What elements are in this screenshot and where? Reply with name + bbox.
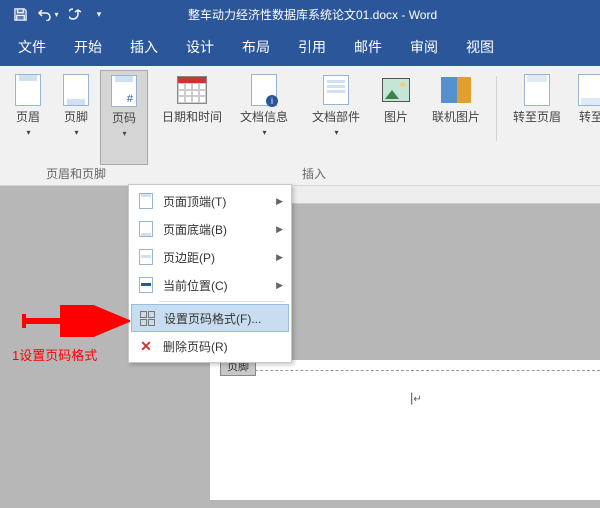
ribbon-group-insert: 日期和时间 文档信息 ▾ 文档部件 ▾ 图片 联机图片 xyxy=(152,66,600,185)
document-info-icon xyxy=(251,74,277,106)
chevron-down-icon: ▾ xyxy=(74,128,78,137)
window-title: 整车动力经济性数据库系统论文01.docx - Word xyxy=(188,6,437,23)
menu-current-position[interactable]: 当前位置(C) ▶ xyxy=(131,271,289,299)
goto-footer-button[interactable]: 转至 xyxy=(573,70,600,165)
text-cursor: |↵ xyxy=(410,390,422,405)
title-bar: ▾ ▾ 整车动力经济性数据库系统论文01.docx - Word xyxy=(0,0,600,28)
group-label-header-footer: 页眉和页脚 xyxy=(0,165,152,185)
delete-icon: ✕ xyxy=(140,339,152,353)
header-icon xyxy=(15,74,41,106)
ribbon-tabs: 文件 开始 插入 设计 布局 引用 邮件 审阅 视图 xyxy=(0,28,600,66)
date-time-button[interactable]: 日期和时间 xyxy=(156,70,228,165)
footer-icon xyxy=(63,74,89,106)
chevron-down-icon: ▾ xyxy=(334,128,338,137)
redo-button[interactable] xyxy=(62,0,90,28)
goto-header-label: 转至页眉 xyxy=(513,110,561,124)
submenu-arrow-icon: ▶ xyxy=(276,280,283,291)
document-info-label: 文档信息 xyxy=(240,110,288,124)
date-time-label: 日期和时间 xyxy=(162,110,222,124)
tab-layout[interactable]: 布局 xyxy=(228,28,284,66)
picture-button[interactable]: 图片 xyxy=(372,70,420,165)
page-bottom-icon xyxy=(139,221,153,237)
menu-separator xyxy=(159,301,285,302)
goto-header-button[interactable]: 转至页眉 xyxy=(501,70,573,165)
tab-view[interactable]: 视图 xyxy=(452,28,508,66)
page-top-icon xyxy=(139,193,153,209)
annotation-text: 1设置页码格式 xyxy=(12,345,97,364)
header-button[interactable]: 页眉 ▾ xyxy=(4,70,52,165)
document-parts-icon xyxy=(323,75,349,105)
ribbon-separator xyxy=(496,76,497,141)
tab-references[interactable]: 引用 xyxy=(284,28,340,66)
menu-label: 设置页码格式(F)... xyxy=(164,310,261,327)
menu-format-page-numbers[interactable]: 设置页码格式(F)... xyxy=(131,304,289,332)
annotation-arrow-icon xyxy=(20,305,130,337)
chevron-down-icon: ▾ xyxy=(26,128,30,137)
submenu-arrow-icon: ▶ xyxy=(276,196,283,207)
menu-page-top[interactable]: 页面顶端(T) ▶ xyxy=(131,187,289,215)
picture-label: 图片 xyxy=(384,110,408,124)
footer-boundary xyxy=(230,370,600,371)
header-label: 页眉 xyxy=(16,110,40,124)
goto-footer-icon xyxy=(578,74,600,106)
ribbon-group-header-footer: 页眉 ▾ 页脚 ▾ 页码 ▾ 页眉和页脚 xyxy=(0,66,152,185)
menu-label: 页边距(P) xyxy=(163,249,215,266)
save-button[interactable] xyxy=(6,0,34,28)
chevron-down-icon: ▾ xyxy=(262,128,266,137)
footer-label: 页脚 xyxy=(64,110,88,124)
goto-header-icon xyxy=(524,74,550,106)
menu-label: 页面底端(B) xyxy=(163,221,227,238)
page-number-menu: 页面顶端(T) ▶ 页面底端(B) ▶ 页边距(P) ▶ 当前位置(C) ▶ 设… xyxy=(128,184,292,363)
online-picture-button[interactable]: 联机图片 xyxy=(420,70,492,165)
chevron-down-icon: ▾ xyxy=(122,129,126,138)
current-position-icon xyxy=(139,277,153,293)
menu-label: 当前位置(C) xyxy=(163,277,228,294)
footer-button[interactable]: 页脚 ▾ xyxy=(52,70,100,165)
document-parts-label: 文档部件 xyxy=(312,110,360,124)
tab-mailings[interactable]: 邮件 xyxy=(340,28,396,66)
tab-file[interactable]: 文件 xyxy=(4,28,60,66)
page-number-button[interactable]: 页码 ▾ xyxy=(100,70,148,165)
quick-access-toolbar: ▾ ▾ xyxy=(6,0,108,28)
group-label-insert: 插入 xyxy=(152,165,600,185)
menu-page-margin[interactable]: 页边距(P) ▶ xyxy=(131,243,289,271)
page-footer-area[interactable]: 页脚 |↵ xyxy=(210,360,600,500)
picture-icon xyxy=(382,78,410,102)
customize-qat-button[interactable]: ▾ xyxy=(90,0,108,28)
page-number-icon xyxy=(111,75,137,107)
online-picture-icon xyxy=(441,77,471,103)
calendar-icon xyxy=(177,76,207,104)
menu-page-bottom[interactable]: 页面底端(B) ▶ xyxy=(131,215,289,243)
format-icon xyxy=(139,310,155,326)
submenu-arrow-icon: ▶ xyxy=(276,224,283,235)
chevron-down-icon: ▾ xyxy=(97,9,102,20)
ribbon: 页眉 ▾ 页脚 ▾ 页码 ▾ 页眉和页脚 日期和时间 xyxy=(0,66,600,186)
undo-icon xyxy=(37,7,53,21)
page-margin-icon xyxy=(139,249,153,265)
online-picture-label: 联机图片 xyxy=(432,110,480,124)
tab-insert[interactable]: 插入 xyxy=(116,28,172,66)
menu-label: 页面顶端(T) xyxy=(163,193,226,210)
tab-design[interactable]: 设计 xyxy=(172,28,228,66)
tab-review[interactable]: 审阅 xyxy=(396,28,452,66)
document-parts-button[interactable]: 文档部件 ▾ xyxy=(300,70,372,165)
menu-remove-page-numbers[interactable]: ✕ 删除页码(R) xyxy=(131,332,289,360)
document-info-button[interactable]: 文档信息 ▾ xyxy=(228,70,300,165)
page-number-label: 页码 xyxy=(112,111,136,125)
undo-button[interactable]: ▾ xyxy=(34,0,62,28)
submenu-arrow-icon: ▶ xyxy=(276,252,283,263)
redo-icon xyxy=(69,7,83,21)
save-icon xyxy=(13,7,28,22)
goto-footer-label: 转至 xyxy=(579,110,600,124)
menu-label: 删除页码(R) xyxy=(163,338,228,355)
tab-home[interactable]: 开始 xyxy=(60,28,116,66)
